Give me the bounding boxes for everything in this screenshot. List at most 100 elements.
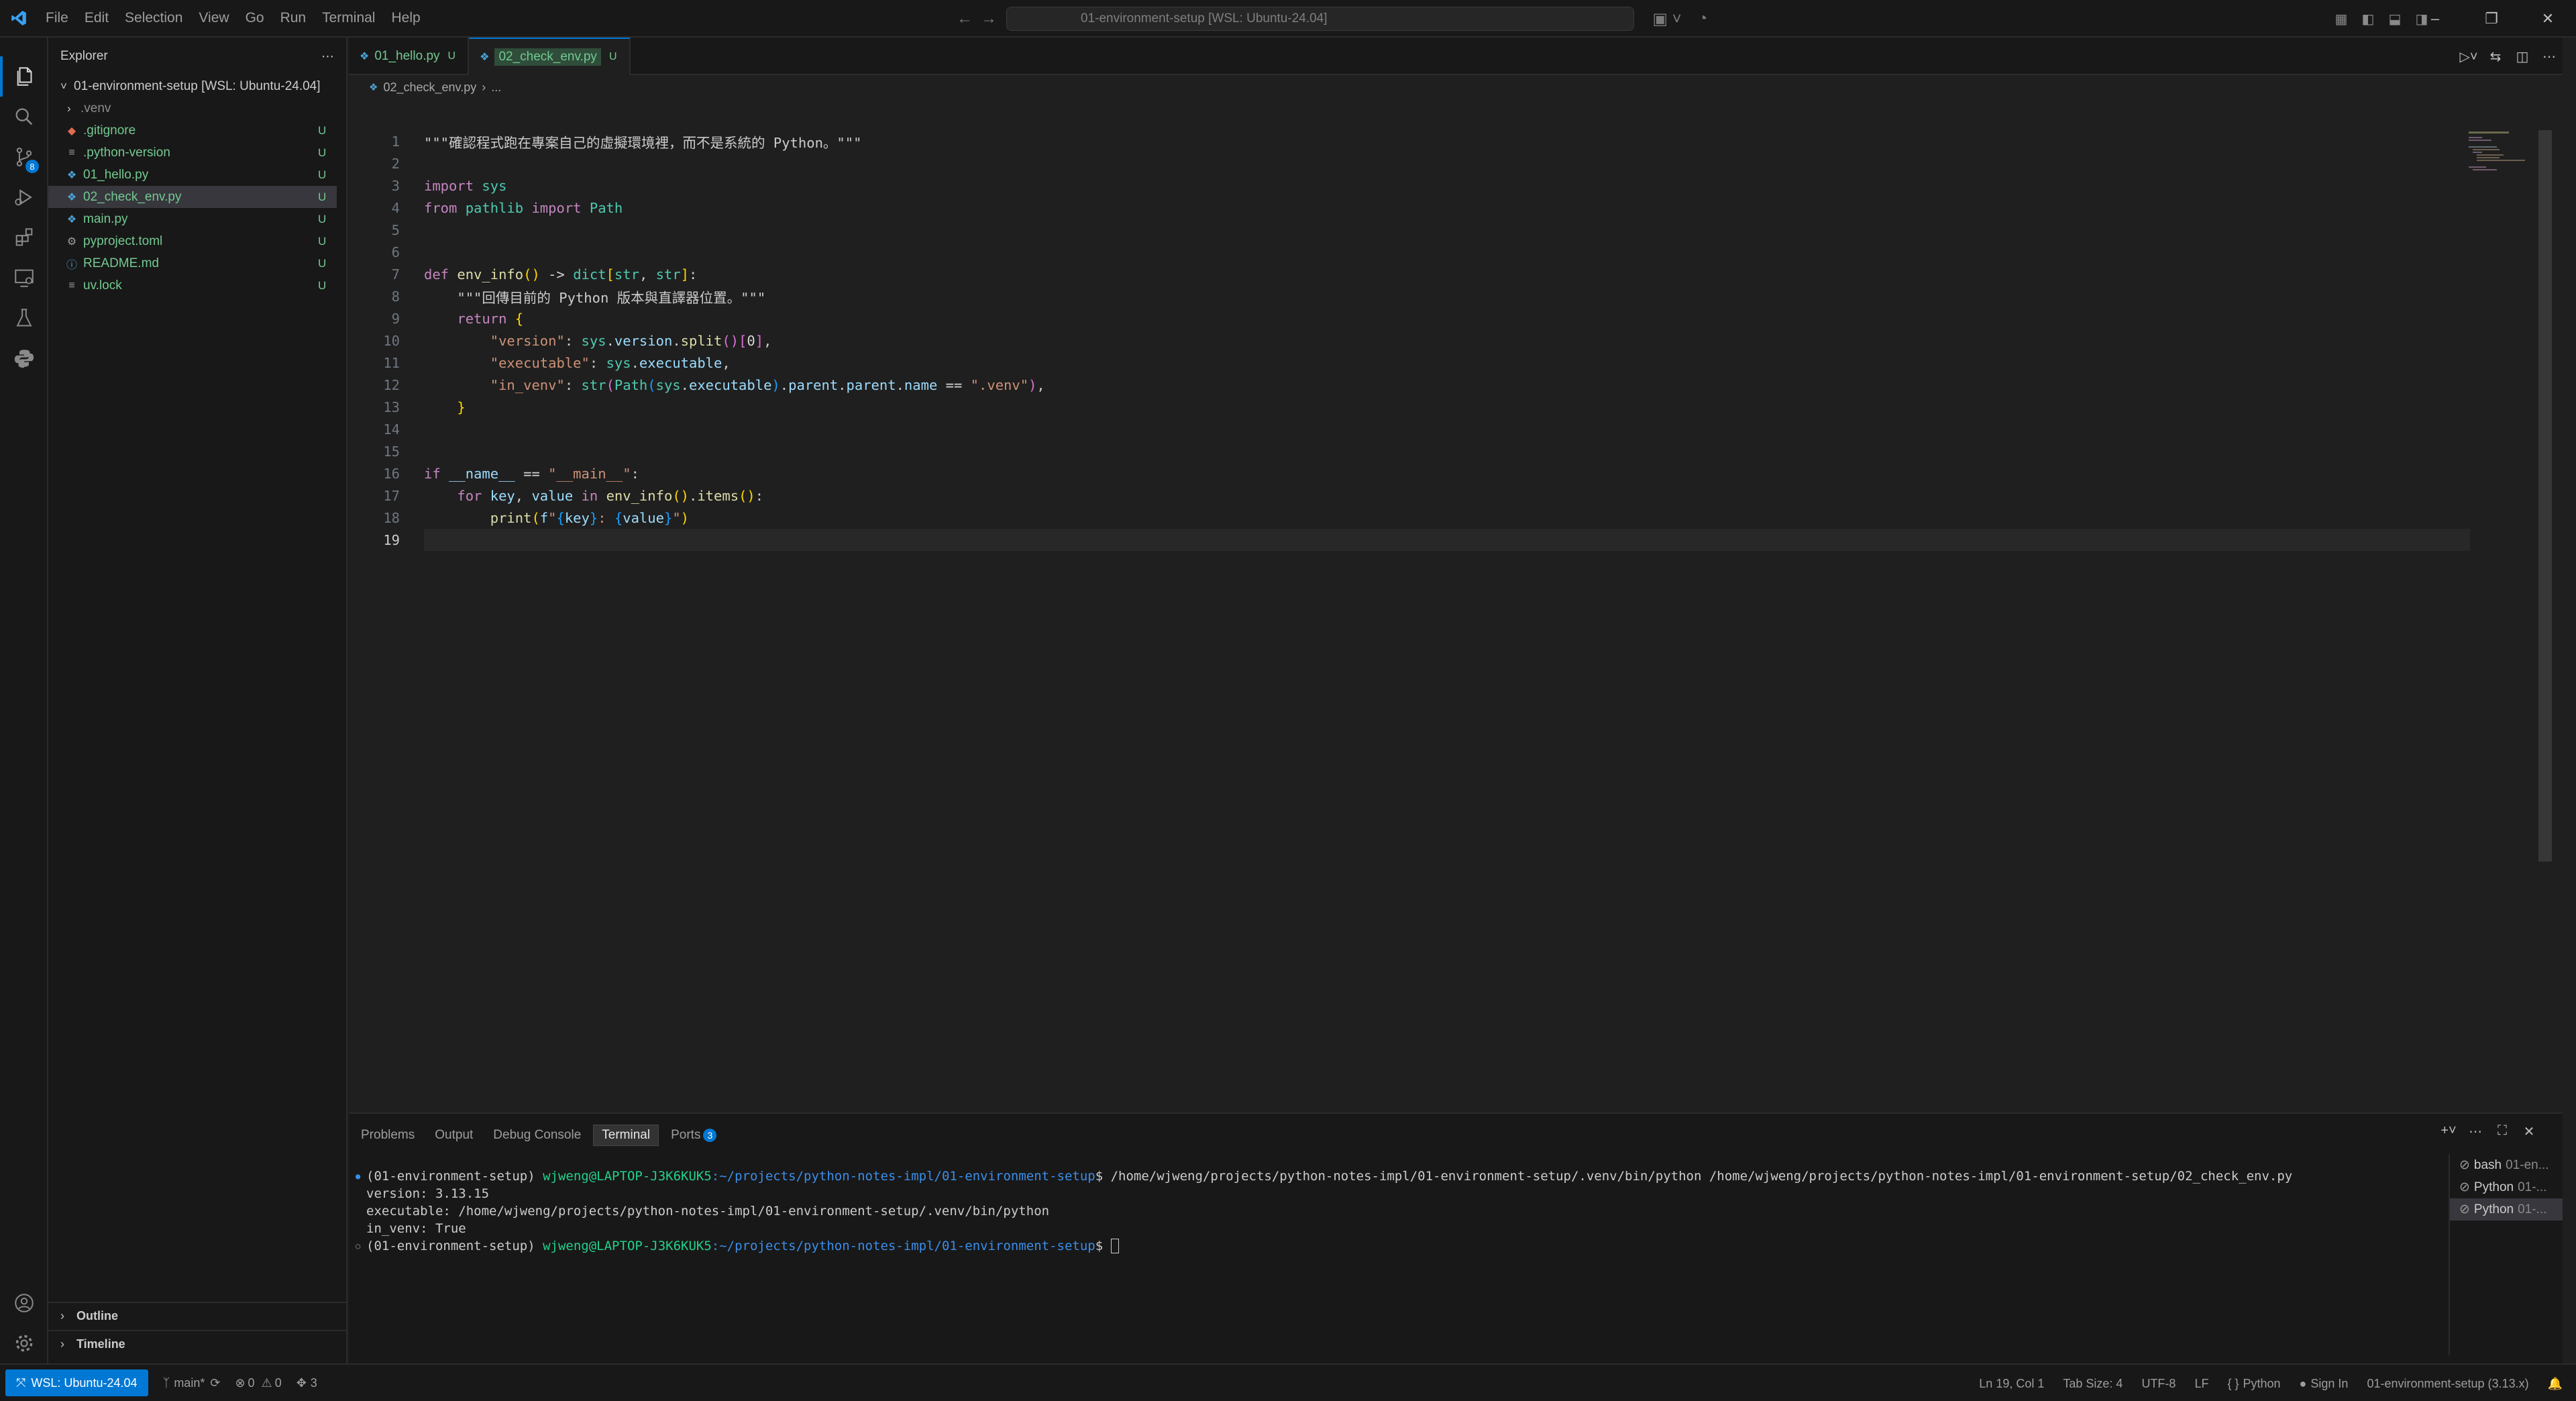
editor-scrollbar[interactable] <box>2538 130 2552 862</box>
minimize-icon[interactable]: – <box>2407 0 2463 38</box>
tree-item-readme[interactable]: ⓘ README.md U <box>48 252 337 274</box>
more-actions-icon[interactable]: ⋯ <box>321 49 334 64</box>
menu-bar: File Edit Selection View Go Run Terminal… <box>38 0 429 37</box>
open-changes-icon[interactable]: ⇆ <box>2482 48 2509 65</box>
breadcrumb-file[interactable]: 02_check_env.py <box>383 81 476 95</box>
tree-item-label: .venv <box>80 101 111 115</box>
tab-size[interactable]: Tab Size: 4 <box>2063 1377 2123 1391</box>
toggle-panel-icon[interactable]: ⬓ <box>2381 11 2408 28</box>
more-actions-icon[interactable]: ⋯ <box>2462 1123 2489 1140</box>
tree-item-uv-lock[interactable]: ≡ uv.lock U <box>48 274 337 297</box>
tab-ports[interactable]: Ports 3 <box>663 1125 724 1145</box>
terminal-item-bash[interactable]: ⊘ bash 01-en... <box>2450 1154 2563 1176</box>
vscode-logo-icon <box>0 0 38 37</box>
code-line: 7 def env_info() -> dict[str, str]: <box>349 263 2469 285</box>
remote-indicator[interactable]: ⤧ WSL: Ubuntu-24.04 <box>5 1369 148 1396</box>
menu-go[interactable]: Go <box>237 10 272 26</box>
tree-item-main[interactable]: ❖ main.py U <box>48 208 337 230</box>
terminal-item-python-active[interactable]: ⊘ Python 01-... <box>2450 1198 2563 1221</box>
branch-indicator[interactable]: ᛉ main* ⟳ <box>163 1376 221 1390</box>
tree-item-python-version[interactable]: ≡ .python-version U <box>48 142 337 164</box>
code-line: 11 "executable": sys.executable, <box>349 352 2469 374</box>
explorer-icon[interactable] <box>0 56 48 97</box>
sign-in[interactable]: ● Sign In <box>2300 1377 2349 1391</box>
tab-02-check-env[interactable]: ❖ 02_check_env.py U <box>469 38 631 75</box>
extensions-icon[interactable] <box>0 217 48 258</box>
customize-layout-icon[interactable]: ▦ <box>2328 11 2355 28</box>
source-control-icon[interactable]: 8 <box>0 137 48 177</box>
scm-badge: 8 <box>25 160 39 173</box>
breadcrumb-more[interactable]: ... <box>491 81 501 95</box>
tree-item-venv[interactable]: › .venv <box>48 97 337 119</box>
run-file-icon[interactable]: ▷˅ <box>2455 48 2482 65</box>
end-of-line[interactable]: LF <box>2194 1377 2208 1391</box>
settings-gear-icon[interactable] <box>0 1323 48 1363</box>
command-center[interactable]: 01-environment-setup [WSL: Ubuntu-24.04] <box>1006 7 1634 31</box>
code-line: 2 <box>349 152 2469 174</box>
remote-explorer-icon[interactable] <box>0 258 48 298</box>
new-terminal-icon[interactable]: +˅ <box>2435 1123 2462 1140</box>
forward-arrow-icon[interactable]: → <box>977 9 1001 28</box>
copilot-icon[interactable]: ▣ ˅ <box>1644 9 1690 29</box>
git-status: U <box>318 146 327 159</box>
timeline-section[interactable]: › Timeline <box>48 1330 347 1357</box>
accounts-icon[interactable] <box>0 1283 48 1323</box>
menu-help[interactable]: Help <box>383 10 428 26</box>
menu-file[interactable]: File <box>38 10 76 26</box>
tab-ports-label: Ports <box>671 1128 701 1142</box>
tree-item-02-check-env[interactable]: ❖ 02_check_env.py U <box>48 186 337 208</box>
git-status: U <box>318 168 327 181</box>
encoding[interactable]: UTF-8 <box>2141 1377 2176 1391</box>
chevron-right-icon: › <box>67 101 71 115</box>
outline-section[interactable]: › Outline <box>48 1302 347 1329</box>
workspace-root[interactable]: ˅ 01-environment-setup [WSL: Ubuntu-24.0… <box>48 75 337 97</box>
tree-item-pyproject[interactable]: ⚙ pyproject.toml U <box>48 230 337 252</box>
terminal-icon: ⊘ <box>2459 1202 2470 1216</box>
terminal-item-python[interactable]: ⊘ Python 01-... <box>2450 1176 2563 1198</box>
maximize-panel-icon[interactable]: ⛶ <box>2489 1123 2516 1140</box>
code-line: 12 "in_venv": str(Path(sys.executable).p… <box>349 374 2469 396</box>
menu-edit[interactable]: Edit <box>76 10 117 26</box>
timeline-label: Timeline <box>76 1337 125 1351</box>
accounts-globe-icon[interactable]: ◔ <box>1690 9 1715 28</box>
search-icon[interactable] <box>0 97 48 137</box>
problems-indicator[interactable]: ⊗ 0 ⚠ 0 <box>235 1376 281 1390</box>
tab-problems[interactable]: Problems <box>353 1125 423 1145</box>
menu-run[interactable]: Run <box>272 10 315 26</box>
tab-output[interactable]: Output <box>427 1125 481 1145</box>
tab-label: 01_hello.py <box>374 49 440 63</box>
tree-item-01-hello[interactable]: ❖ 01_hello.py U <box>48 164 337 186</box>
toggle-primary-sidebar-icon[interactable]: ◧ <box>2355 11 2381 28</box>
line-number: 17 <box>383 487 400 504</box>
menu-terminal[interactable]: Terminal <box>314 10 383 26</box>
tab-01-hello[interactable]: ❖ 01_hello.py U <box>349 38 470 75</box>
terminal-icon: ⊘ <box>2459 1158 2470 1172</box>
menu-selection[interactable]: Selection <box>117 10 191 26</box>
code-text: } <box>457 399 466 415</box>
chevron-down-icon: ˅ <box>60 79 67 93</box>
close-panel-icon[interactable]: ✕ <box>2516 1123 2542 1140</box>
code-text: return { <box>457 310 524 327</box>
git-branch-icon: ᛉ <box>162 1376 170 1390</box>
tab-debug-console[interactable]: Debug Console <box>485 1125 589 1145</box>
testing-icon[interactable] <box>0 298 48 338</box>
terminal-output[interactable]: ● (01-environment-setup) wjweng@LAPTOP-J… <box>356 1168 2435 1255</box>
notifications-bell-icon[interactable]: 🔔 <box>2548 1377 2563 1391</box>
run-debug-icon[interactable] <box>0 177 48 217</box>
close-icon[interactable]: ✕ <box>2520 0 2576 38</box>
code-line: 4 from pathlib import Path <box>349 197 2469 219</box>
minimap[interactable] <box>2469 130 2529 170</box>
menu-view[interactable]: View <box>191 10 237 26</box>
more-actions-icon[interactable]: ⋯ <box>2536 48 2563 65</box>
python-interpreter[interactable]: 01-environment-setup (3.13.x) <box>2367 1377 2528 1391</box>
python-icon[interactable] <box>0 338 48 378</box>
back-arrow-icon[interactable]: ← <box>953 9 977 28</box>
language-mode[interactable]: { } Python <box>2227 1377 2280 1391</box>
tree-item-gitignore[interactable]: ◆ .gitignore U <box>48 119 337 142</box>
ports-indicator[interactable]: ✥ 3 <box>297 1376 317 1390</box>
restore-icon[interactable]: ❐ <box>2463 0 2520 38</box>
tab-terminal[interactable]: Terminal <box>593 1125 659 1146</box>
cursor-position[interactable]: Ln 19, Col 1 <box>1979 1377 2044 1391</box>
tab-label: 02_check_env.py <box>494 48 601 66</box>
split-editor-icon[interactable]: ◫ <box>2509 48 2536 65</box>
